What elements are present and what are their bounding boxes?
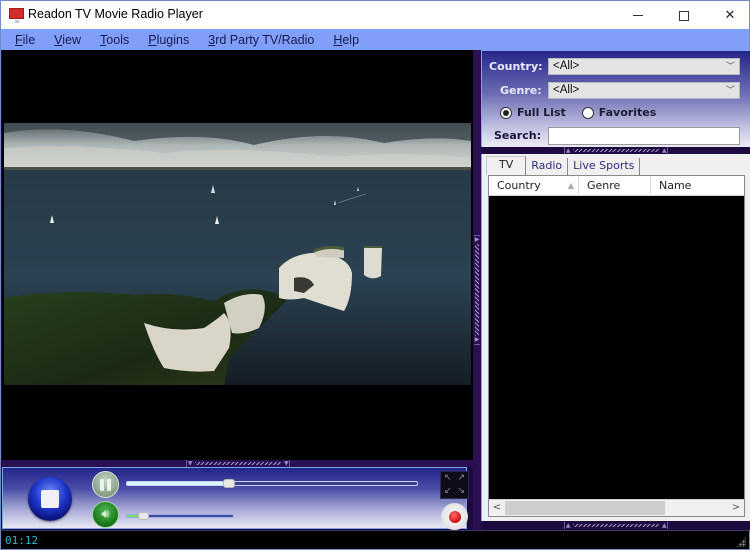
video-frame[interactable] [4, 123, 471, 386]
search-input[interactable] [548, 127, 740, 145]
genre-select[interactable]: <All> ﹀ [548, 82, 740, 99]
record-icon [448, 510, 461, 523]
chevron-down-icon: ﹀ [725, 61, 735, 71]
country-select[interactable]: <All> ﹀ [548, 58, 740, 75]
channel-tabs: TV Radio Live Sports [486, 156, 641, 175]
chevron-down-icon: ﹀ [725, 85, 735, 95]
minimize-button[interactable] [615, 1, 661, 30]
title-bar: Readon TV Movie Radio Player ✕ [0, 0, 750, 29]
collapse-down-icon: ▼ [284, 460, 289, 467]
resize-grip-icon[interactable] [736, 537, 746, 547]
filter-panel: Country: <All> ﹀ Genre: <All> ﹀ Full Lis… [481, 50, 750, 147]
grid-header: Country ▲ Genre Name [489, 176, 744, 196]
app-tv-icon [9, 8, 24, 23]
close-icon: ✕ [724, 8, 736, 23]
splitter-grip[interactable]: ▲ ▲ [564, 147, 668, 154]
splitter-grip[interactable]: ▼ ▼ [186, 460, 290, 467]
vertical-splitter[interactable]: ▶ ▶ [473, 50, 481, 530]
tab-tv[interactable]: TV [486, 156, 527, 175]
collapse-right-icon: ▶ [474, 236, 480, 243]
list-bottom-splitter[interactable]: ▲ ▲ [481, 521, 750, 530]
filter-list-splitter[interactable]: ▲ ▲ [481, 147, 750, 154]
country-label: Country: [489, 60, 543, 73]
grip-pattern [195, 462, 281, 465]
menu-bar: File View Tools Plugins 3rd Party TV/Rad… [0, 29, 750, 50]
collapse-up-icon: ▲ [565, 147, 571, 154]
menu-help[interactable]: Help [333, 33, 359, 47]
video-image [4, 123, 471, 386]
volume-level-fill [127, 515, 138, 517]
tab-live-sports[interactable]: Live Sports [568, 158, 641, 175]
tab-radio[interactable]: Radio [526, 158, 569, 175]
main-area: ▼ ▼ ▶ ▶ 🔊︎ ↖ ↗ ↙ ↘ Country: <All> ﹀ Genr… [0, 50, 750, 530]
menu-tools[interactable]: Tools [100, 33, 129, 47]
column-header-genre[interactable]: Genre [579, 176, 651, 195]
genre-label: Genre: [500, 84, 542, 97]
grip-pattern [573, 149, 659, 152]
status-bar: 01:12 [0, 530, 750, 550]
pause-icon [100, 478, 104, 491]
horizontal-scrollbar[interactable]: < > [489, 499, 744, 516]
vertical-splitter-grip[interactable]: ▶ ▶ [474, 235, 480, 345]
minimize-icon [633, 15, 643, 16]
favorites-radio[interactable]: Favorites [581, 106, 656, 119]
menu-plugins[interactable]: Plugins [148, 33, 189, 47]
close-button[interactable]: ✕ [707, 1, 750, 30]
splitter-grip[interactable]: ▲ ▲ [564, 522, 668, 529]
channel-list-panel: TV Radio Live Sports Country ▲ Genre Nam… [481, 154, 750, 521]
radio-selected-icon [500, 106, 512, 119]
video-controls-splitter[interactable]: ▼ ▼ [2, 460, 473, 467]
list-mode-radio-group: Full List Favorites [500, 106, 672, 119]
search-label: Search: [494, 129, 541, 142]
sort-ascending-icon: ▲ [567, 181, 574, 190]
volume-slider-thumb[interactable] [137, 512, 149, 520]
collapse-up-icon: ▲ [662, 522, 667, 529]
scroll-left-icon[interactable]: < [489, 500, 505, 516]
menu-view[interactable]: View [54, 33, 81, 47]
volume-slider[interactable] [126, 512, 234, 520]
stop-icon [41, 490, 59, 508]
radio-unselected-icon [581, 106, 594, 119]
video-area[interactable] [2, 50, 473, 460]
collapse-up-icon: ▲ [662, 147, 667, 154]
column-header-country[interactable]: Country ▲ [489, 176, 579, 195]
window-title: Readon TV Movie Radio Player [28, 7, 203, 21]
scroll-right-icon[interactable]: > [728, 500, 744, 516]
collapse-up-icon: ▲ [565, 522, 571, 529]
maximize-button[interactable] [661, 1, 707, 30]
maximize-icon [679, 10, 689, 21]
channel-grid[interactable]: Country ▲ Genre Name < > [488, 175, 745, 517]
menu-file[interactable]: File [15, 33, 35, 47]
elapsed-time: 01:12 [5, 534, 39, 547]
speaker-icon: 🔊︎ [101, 507, 110, 522]
fullscreen-icon: ↖ [443, 473, 452, 483]
mute-button[interactable]: 🔊︎ [92, 501, 119, 528]
playback-controls: 🔊︎ ↖ ↗ ↙ ↘ [2, 467, 469, 530]
scrollbar-thumb[interactable] [505, 501, 665, 515]
record-button[interactable] [441, 503, 468, 530]
column-header-name[interactable]: Name [651, 176, 744, 195]
menu-3rd-party[interactable]: 3rd Party TV/Radio [208, 33, 314, 47]
collapse-down-icon: ▼ [187, 460, 193, 467]
seek-progress-fill [127, 482, 229, 485]
fullscreen-button[interactable]: ↖ ↗ ↙ ↘ [440, 471, 469, 499]
seek-slider-thumb[interactable] [222, 479, 235, 488]
seek-slider[interactable] [126, 479, 418, 488]
grip-pattern [475, 244, 479, 336]
grip-pattern [573, 524, 659, 527]
collapse-right-icon: ▶ [474, 336, 480, 343]
stop-button[interactable] [28, 477, 72, 521]
pause-button[interactable] [92, 471, 119, 498]
full-list-radio[interactable]: Full List [500, 106, 566, 119]
